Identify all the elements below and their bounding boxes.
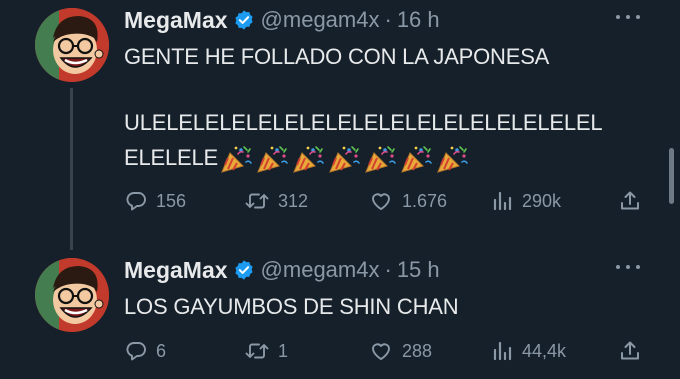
retweet-icon [245, 193, 269, 209]
share-icon [621, 191, 639, 210]
display-name[interactable]: MegaMax [124, 257, 228, 284]
action-bar: 156 312 1.676 290k [124, 186, 644, 216]
party-popper-icon [221, 146, 252, 173]
party-popper-icon [401, 146, 432, 173]
views-button[interactable]: 44,4k [490, 336, 566, 366]
party-popper-icon [329, 146, 360, 173]
tweet-text-line: GENTE HE FOLLADO CON LA JAPONESA [124, 44, 550, 69]
tweet[interactable]: MegaMax @megam4x · 16 h GENTE HE FOLLADO… [0, 0, 680, 250]
reply-count: 6 [156, 340, 167, 361]
reply-icon [126, 192, 146, 211]
tweet[interactable]: MegaMax @megam4x · 15 h LOS GAYUMBOS DE … [0, 250, 680, 379]
party-popper-icon [257, 146, 288, 173]
views-icon [493, 191, 512, 211]
like-count: 288 [402, 340, 433, 361]
views-button[interactable]: 290k [490, 186, 561, 216]
more-icon[interactable] [616, 12, 640, 22]
like-button[interactable]: 288 [368, 336, 432, 366]
verified-badge-icon [234, 10, 253, 30]
like-button[interactable]: 1.676 [368, 186, 447, 216]
like-icon [372, 343, 390, 360]
reply-button[interactable]: 6 [124, 336, 166, 366]
tweet-text-line: ELELELE [124, 144, 471, 174]
reply-icon [126, 342, 146, 361]
share-button[interactable] [618, 336, 642, 366]
display-name[interactable]: MegaMax [124, 7, 228, 34]
handle[interactable]: @megam4x [261, 7, 380, 33]
retweet-button[interactable]: 312 [244, 186, 308, 216]
like-count: 1.676 [402, 190, 448, 211]
emoji-row [219, 144, 471, 174]
scrollbar-thumb[interactable] [669, 148, 674, 204]
tweet-header: MegaMax @megam4x · 16 h [124, 4, 440, 36]
party-popper-icon [293, 146, 324, 173]
tweet-text-line: ULELELELELELELELELELELELELELELELELEL [124, 110, 603, 135]
handle[interactable]: @megam4x [261, 257, 380, 283]
tweet-header: MegaMax @megam4x · 15 h [124, 254, 440, 286]
reply-button[interactable]: 156 [124, 186, 186, 216]
timestamp[interactable]: 16 h [397, 7, 440, 33]
party-popper-icon [365, 146, 396, 173]
avatar[interactable] [35, 8, 109, 82]
avatar[interactable] [35, 258, 109, 332]
more-icon[interactable] [616, 262, 640, 272]
retweet-count: 312 [278, 190, 309, 211]
tweet-text-line: LOS GAYUMBOS DE SHIN CHAN [124, 294, 459, 319]
party-popper-icon [437, 146, 468, 173]
like-icon [372, 193, 390, 210]
views-count: 44,4k [522, 340, 567, 361]
share-icon [621, 341, 639, 360]
thread-line [70, 88, 73, 250]
tweet-text-fragment: ELELELE [124, 145, 219, 170]
action-bar: 6 1 288 44,4k [124, 336, 644, 366]
views-count: 290k [522, 190, 562, 211]
views-icon [493, 341, 512, 361]
retweet-icon [245, 343, 269, 359]
retweet-count: 1 [278, 340, 289, 361]
verified-badge-icon [234, 260, 253, 280]
share-button[interactable] [618, 186, 642, 216]
timestamp[interactable]: 15 h [397, 257, 440, 283]
separator: · [384, 7, 392, 32]
retweet-button[interactable]: 1 [244, 336, 288, 366]
separator: · [384, 257, 392, 282]
reply-count: 156 [156, 190, 187, 211]
